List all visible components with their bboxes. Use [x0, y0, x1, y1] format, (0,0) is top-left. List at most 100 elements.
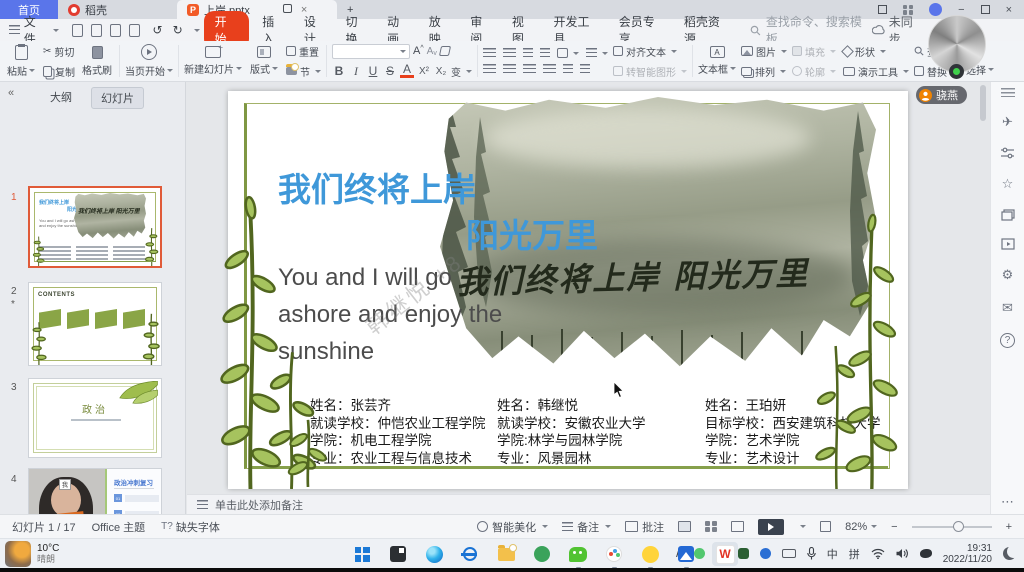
- print-icon[interactable]: [110, 24, 121, 37]
- text-effect-button[interactable]: 变: [451, 64, 472, 79]
- collaborator-badge[interactable]: 骁燕: [916, 86, 967, 104]
- smart-beautify-button[interactable]: 智能美化: [477, 519, 548, 535]
- collapse-panel-button[interactable]: «: [8, 87, 14, 99]
- decrease-indent-icon[interactable]: [523, 48, 533, 59]
- qq-music-icon[interactable]: [640, 544, 660, 564]
- weather-widget[interactable]: 10°C晴朗: [0, 541, 59, 567]
- number-list-icon[interactable]: [503, 48, 516, 59]
- font-color-button[interactable]: A: [400, 64, 414, 78]
- superscript-button[interactable]: X²: [417, 66, 431, 77]
- editing-canvas[interactable]: 骁燕 我们终将上岸 阳光万里 我们终将上岸阳光万里 You and I will…: [186, 82, 990, 494]
- align-left-icon[interactable]: [483, 64, 496, 75]
- text-direction-button[interactable]: [557, 48, 579, 58]
- rail-share-icon[interactable]: ✈: [1002, 114, 1013, 130]
- rail-gear-icon[interactable]: ⚙: [1002, 267, 1014, 283]
- font-name-combo[interactable]: [332, 44, 410, 59]
- night-mode-icon[interactable]: [1003, 547, 1016, 560]
- picture-button[interactable]: 图片: [741, 44, 787, 59]
- person-info-2[interactable]: 姓名：韩继悦就读学校：安徽农业大学学院:林学与园林学院专业：风景园林: [497, 397, 646, 467]
- align-center-icon[interactable]: [503, 64, 516, 75]
- slide-thumbnail-1[interactable]: 我们终将上岸阳光万里 You and I will go ashore and …: [28, 186, 162, 268]
- subscript-button[interactable]: X₂: [434, 66, 448, 77]
- comments-button[interactable]: 批注: [625, 519, 664, 535]
- format-painter-button[interactable]: 格式刷: [80, 46, 114, 77]
- play-from-page-button[interactable]: 当页开始: [125, 44, 173, 78]
- shapes-button[interactable]: 形状: [843, 44, 909, 59]
- missing-font-warning[interactable]: T?缺失字体: [161, 519, 220, 535]
- tab-outline[interactable]: 大纲: [41, 87, 81, 109]
- save-icon[interactable]: [72, 24, 83, 37]
- cut-button[interactable]: ✂剪切: [43, 44, 75, 59]
- convert-smartart-button[interactable]: 转智能图形: [613, 64, 687, 79]
- font-decrease-button[interactable]: Av: [427, 46, 437, 57]
- tray-touchpad-icon[interactable]: [920, 549, 932, 558]
- zoom-slider[interactable]: [912, 526, 992, 528]
- edge-browser-icon[interactable]: [424, 544, 444, 564]
- slide-editing-area[interactable]: 我们终将上岸 阳光万里 我们终将上岸阳光万里 You and I will go…: [228, 91, 908, 489]
- present-tools-button[interactable]: 演示工具: [843, 64, 909, 79]
- print-preview-icon[interactable]: [129, 24, 140, 37]
- fit-slide-icon[interactable]: [820, 521, 831, 532]
- arrange-button[interactable]: 排列: [741, 64, 787, 79]
- theme-name[interactable]: Office 主题: [92, 519, 146, 535]
- line-spacing-button[interactable]: [586, 48, 608, 59]
- volume-icon[interactable]: [896, 548, 909, 559]
- tab-slides[interactable]: 幻灯片: [91, 87, 144, 109]
- justify-icon[interactable]: [543, 64, 556, 75]
- notes-toggle-button[interactable]: 备注: [562, 519, 611, 535]
- font-increase-button[interactable]: A^: [413, 45, 424, 57]
- align-text-button[interactable]: 对齐文本: [613, 44, 687, 59]
- rail-mail-icon[interactable]: ✉: [1002, 300, 1013, 316]
- play-options-caret[interactable]: [800, 525, 806, 528]
- canvas-scrollbar[interactable]: [980, 85, 986, 489]
- fill-button[interactable]: 填充: [792, 44, 836, 59]
- animation-indicator[interactable]: *: [11, 299, 15, 310]
- copy-button[interactable]: 复制: [43, 64, 75, 79]
- rail-animation-icon[interactable]: [1001, 238, 1015, 250]
- wps-taskbar-icon[interactable]: W: [712, 542, 738, 566]
- tray-dark-green-icon[interactable]: [738, 548, 749, 559]
- green-app-icon[interactable]: [532, 544, 552, 564]
- underline-button[interactable]: U: [366, 64, 380, 78]
- task-view-icon[interactable]: [388, 544, 408, 564]
- new-slide-button[interactable]: + 新建幻灯片: [184, 46, 242, 76]
- tray-keyboard-icon[interactable]: [782, 549, 796, 558]
- photos-app-icon[interactable]: [676, 544, 696, 564]
- normal-view-button[interactable]: [678, 521, 691, 532]
- export-icon[interactable]: [91, 24, 102, 37]
- section-button[interactable]: 节: [286, 64, 321, 79]
- ime-language-indicator[interactable]: 中: [827, 546, 838, 562]
- clear-format-icon[interactable]: [439, 46, 451, 56]
- redo-button[interactable]: ↻: [164, 23, 192, 37]
- layout-button[interactable]: 版式: [247, 46, 281, 76]
- rail-menu-icon[interactable]: [1001, 88, 1015, 97]
- notes-bar[interactable]: 单击此处添加备注: [187, 494, 990, 514]
- ie-browser-icon[interactable]: [460, 544, 480, 564]
- tray-microphone-icon[interactable]: [807, 547, 816, 560]
- slideshow-play-button[interactable]: [758, 519, 784, 535]
- columns-icon[interactable]: [580, 64, 590, 75]
- slide-thumbnail-3[interactable]: 政治: [28, 378, 162, 458]
- outline-button[interactable]: 轮廓: [792, 64, 836, 79]
- zoom-out-button[interactable]: −: [891, 521, 897, 533]
- rail-help-icon[interactable]: ?: [1000, 333, 1015, 348]
- wifi-icon[interactable]: [871, 548, 885, 559]
- align-right-icon[interactable]: [523, 64, 536, 75]
- rail-more-icon[interactable]: ⋯: [1001, 494, 1014, 510]
- reset-button[interactable]: 重置: [286, 44, 321, 59]
- italic-button[interactable]: I: [349, 64, 363, 79]
- increase-indent-icon[interactable]: [540, 48, 550, 59]
- rail-slides-icon[interactable]: [1001, 209, 1015, 221]
- paste-button[interactable]: 粘贴: [4, 45, 38, 78]
- taskbar-clock[interactable]: 19:312022/11/20: [943, 543, 992, 565]
- zoom-in-button[interactable]: +: [1006, 521, 1012, 533]
- zoom-slider-knob[interactable]: [953, 521, 964, 532]
- file-explorer-icon[interactable]: [496, 544, 516, 564]
- slide-thumbnail-2[interactable]: CONTENTS: [28, 282, 162, 366]
- reading-view-button[interactable]: [731, 521, 744, 532]
- palette-app-icon[interactable]: [604, 544, 624, 564]
- bullet-list-icon[interactable]: [483, 48, 496, 59]
- bold-button[interactable]: B: [332, 64, 346, 78]
- zoom-level[interactable]: 82%: [845, 521, 877, 533]
- textbox-button[interactable]: A 文本框: [698, 46, 736, 76]
